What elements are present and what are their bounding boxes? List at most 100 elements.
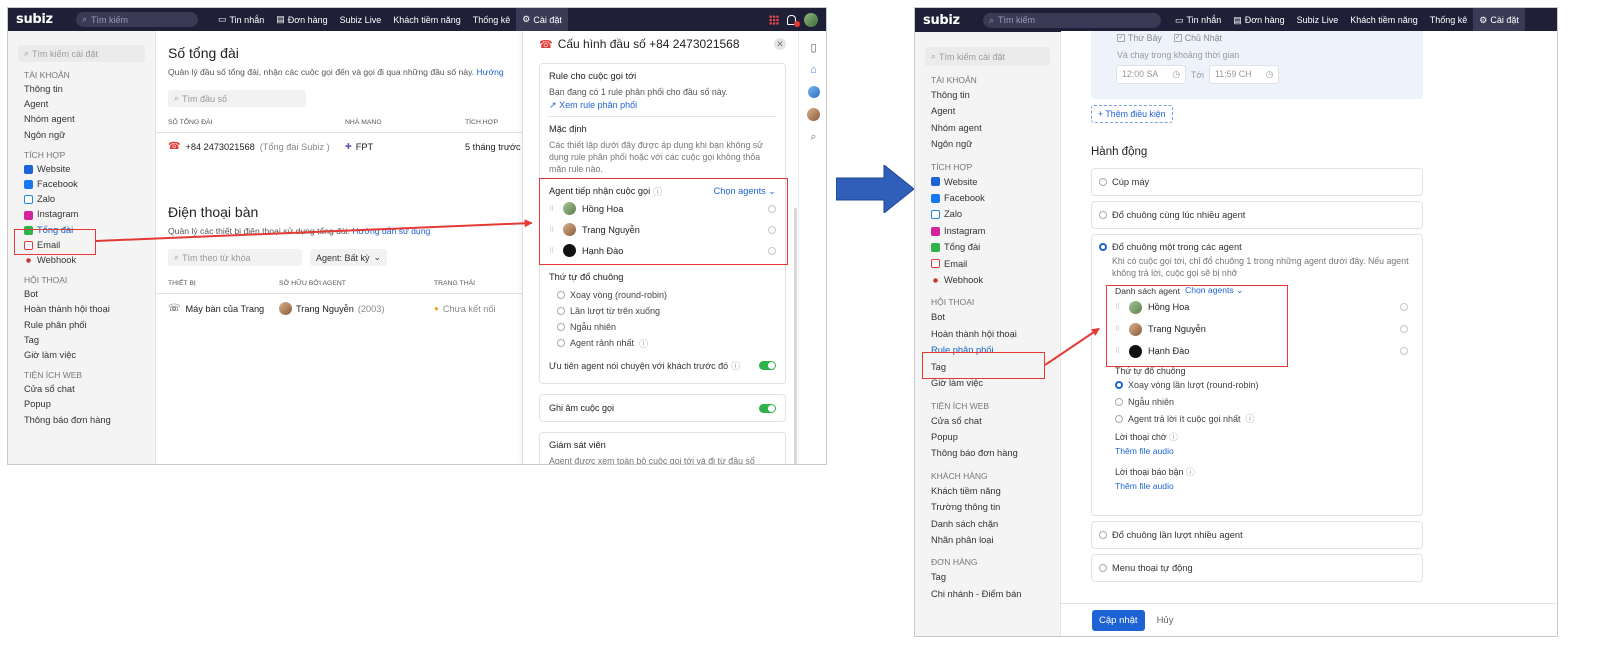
- record-toggle[interactable]: [759, 403, 776, 413]
- day-checkbox[interactable]: ✓ Thứ Bảy: [1117, 33, 1162, 43]
- checkbox-icon[interactable]: ✓: [1173, 34, 1182, 42]
- sidebar-item-working-hours[interactable]: Giờ làm việc: [8, 348, 155, 363]
- settings-search-input[interactable]: ⌕ Tìm kiếm cài đặt: [18, 45, 145, 62]
- sidebar-item-order-notice[interactable]: Thông báo đơn hàng: [915, 445, 1060, 461]
- keyword-search-input[interactable]: ⌕ Tìm theo từ khóa: [168, 249, 302, 266]
- number-search-input[interactable]: ⌕ Tìm đầu số: [168, 90, 306, 107]
- close-icon[interactable]: ✕: [774, 38, 786, 50]
- sidebar-item-instagram[interactable]: Instagram: [8, 207, 155, 222]
- day-checkbox[interactable]: ✓ Chủ Nhật: [1173, 33, 1222, 43]
- sidebar-item-routing-rule[interactable]: Rule phân phối: [8, 318, 155, 333]
- global-search-input[interactable]: ⌕ Tìm kiếm: [76, 12, 198, 27]
- nav-leads[interactable]: Khách tiềm năng: [1344, 8, 1424, 32]
- radio-icon[interactable]: [557, 323, 565, 331]
- radio-icon[interactable]: [1115, 380, 1123, 389]
- time-to-input[interactable]: 11:59 CH ◷: [1209, 65, 1280, 84]
- sidebar-item-close-conversation[interactable]: Hoàn thành hội thoại: [915, 326, 1060, 342]
- panel-scrollbar[interactable]: [794, 208, 797, 464]
- table-row[interactable]: ☎ +84 2473021568 (Tổng đài Subiz ) ✚ FPT 5 …: [156, 133, 522, 158]
- add-wait-audio-link[interactable]: Thêm file audio: [1115, 446, 1422, 456]
- sidebar-item-instagram[interactable]: Instagram: [915, 223, 1060, 239]
- ring-order-option[interactable]: Lần lượt từ trên xuống: [549, 303, 776, 319]
- action-option[interactable]: Menu thoại tự động: [1091, 554, 1423, 582]
- sidebar-item-webhook[interactable]: Webhook: [915, 272, 1060, 288]
- sidebar-item-email[interactable]: Email: [915, 256, 1060, 272]
- radio-icon[interactable]: [1099, 211, 1107, 219]
- radio-icon[interactable]: [557, 307, 565, 315]
- sidebar-item-zalo[interactable]: Zalo: [8, 192, 155, 207]
- radio-icon[interactable]: [1115, 397, 1123, 406]
- sidebar-item-order-tag[interactable]: Tag: [915, 569, 1060, 585]
- sidebar-item-website[interactable]: Website: [8, 162, 155, 177]
- sidebar-item-bot[interactable]: Bot: [8, 287, 155, 302]
- remove-icon[interactable]: [1400, 325, 1408, 333]
- sidebar-item-labels[interactable]: Nhãn phân loại: [915, 532, 1060, 548]
- sidebar-item-language[interactable]: Ngôn ngữ: [915, 136, 1060, 152]
- sidebar-item-zalo[interactable]: Zalo: [915, 206, 1060, 222]
- radio-icon[interactable]: [557, 339, 565, 347]
- view-rule-link[interactable]: ↗ Xem rule phân phối: [549, 100, 776, 111]
- sidebar-item-website[interactable]: Website: [915, 174, 1060, 190]
- sidebar-item-close-conversation[interactable]: Hoàn thành hội thoại: [8, 302, 155, 317]
- nav-reports[interactable]: Thống kê: [1424, 8, 1474, 32]
- priority-toggle[interactable]: [759, 361, 776, 370]
- table-row[interactable]: ☏ Máy bàn của Trang Trang Nguyễn (2003) ● C…: [156, 294, 522, 321]
- remove-icon[interactable]: [1400, 347, 1408, 355]
- panel-toggle-icon[interactable]: ▯: [810, 41, 816, 54]
- action-option-selected[interactable]: Đổ chuông một trong các agent Khi có cuộ…: [1091, 234, 1423, 516]
- sidebar-item-popup[interactable]: Popup: [915, 429, 1060, 445]
- sidebar-item-fields[interactable]: Trường thông tin: [915, 499, 1060, 515]
- sidebar-item-order-notice[interactable]: Thông báo đơn hàng: [8, 413, 155, 428]
- radio-icon[interactable]: [1099, 564, 1107, 572]
- checkbox-icon[interactable]: ✓: [1117, 34, 1125, 42]
- ring-order-option[interactable]: Xoay vòng lần lượt (round-robin): [1115, 376, 1422, 393]
- sidebar-item-branches[interactable]: Chi nhánh - Điểm bán: [915, 586, 1060, 602]
- home-icon[interactable]: ⌂: [810, 64, 817, 76]
- sidebar-item-language[interactable]: Ngôn ngữ: [8, 128, 155, 143]
- radio-icon[interactable]: [1115, 414, 1123, 423]
- avatar[interactable]: [807, 108, 820, 121]
- time-from-input[interactable]: 12:00 SA ◷: [1116, 65, 1186, 84]
- sidebar-item-blocklist[interactable]: Danh sách chặn: [915, 516, 1060, 532]
- nav-leads[interactable]: Khách tiềm năng: [387, 8, 467, 31]
- radio-icon[interactable]: [1099, 243, 1107, 251]
- nav-orders[interactable]: ▤ Đơn hàng: [270, 8, 333, 31]
- ring-order-option[interactable]: Agent trả lời ít cuộc gọi nhất ⓘ: [1115, 410, 1422, 427]
- sidebar-item-webhook[interactable]: Webhook: [8, 253, 155, 268]
- sidebar-item-agent[interactable]: Agent: [8, 97, 155, 112]
- action-option[interactable]: Cúp máy: [1091, 168, 1423, 196]
- action-option[interactable]: Đổ chuông lần lượt nhiều agent: [1091, 521, 1423, 549]
- remove-icon[interactable]: [1400, 303, 1408, 311]
- subiz-logo[interactable]: subiz: [915, 13, 983, 28]
- sidebar-item-popup[interactable]: Popup: [8, 397, 155, 412]
- ring-order-option[interactable]: Ngẫu nhiên: [1115, 393, 1422, 410]
- apps-grid-icon[interactable]: [769, 14, 779, 25]
- guide-link[interactable]: Hướng: [477, 67, 504, 77]
- sidebar-item-leads[interactable]: Khách tiềm năng: [915, 483, 1060, 499]
- update-button[interactable]: Cập nhật: [1092, 609, 1145, 631]
- nav-settings[interactable]: ⚙ Cài đặt: [1473, 8, 1525, 32]
- user-avatar[interactable]: [804, 12, 818, 27]
- nav-live[interactable]: Subiz Live: [334, 8, 388, 31]
- radio-icon[interactable]: [1099, 531, 1107, 539]
- ring-order-option[interactable]: Xoay vòng (round-robin): [549, 287, 776, 303]
- radio-icon[interactable]: [557, 291, 565, 299]
- add-condition-button[interactable]: + Thêm điều kiện: [1091, 105, 1173, 123]
- agent-filter-dropdown[interactable]: Agent: Bất kỳ ⌄: [310, 249, 388, 266]
- sidebar-item-agent-group[interactable]: Nhóm agent: [915, 120, 1060, 136]
- bell-icon[interactable]: [787, 14, 800, 27]
- settings-search-input[interactable]: ⌕ Tìm kiếm cài đặt: [925, 47, 1050, 66]
- global-search-input[interactable]: ⌕ Tìm kiếm: [983, 12, 1161, 28]
- add-busy-audio-link[interactable]: Thêm file audio: [1115, 481, 1422, 491]
- cancel-button[interactable]: Hủy: [1157, 615, 1174, 626]
- chart-icon[interactable]: [807, 86, 820, 98]
- subiz-logo[interactable]: subiz: [8, 12, 76, 27]
- sidebar-item-call-center[interactable]: Tổng đài: [915, 239, 1060, 255]
- sidebar-item-chat-window[interactable]: Cửa sổ chat: [8, 382, 155, 397]
- sidebar-item-info[interactable]: Thông tin: [8, 82, 155, 97]
- search-icon[interactable]: ⌕: [810, 131, 816, 144]
- nav-messages[interactable]: ▭ Tin nhắn: [1169, 8, 1227, 32]
- sidebar-item-chat-window[interactable]: Cửa sổ chat: [915, 413, 1060, 429]
- ring-order-option[interactable]: Ngẫu nhiên: [549, 319, 776, 335]
- nav-reports[interactable]: Thống kê: [467, 8, 517, 31]
